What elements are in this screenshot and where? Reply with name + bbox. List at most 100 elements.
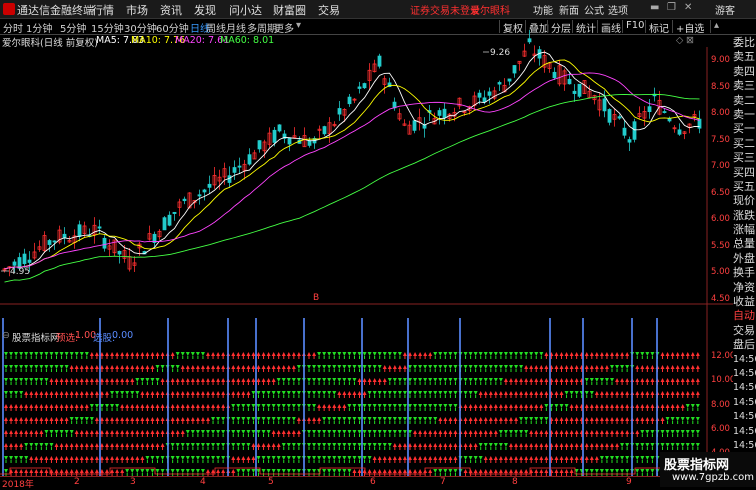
signal-mark: [640, 365, 645, 369]
signal-mark: [574, 456, 579, 460]
signal-mark: [327, 391, 332, 395]
signal-mark: [372, 417, 377, 421]
sidebar-item: 总量: [733, 237, 755, 251]
signal-mark: [367, 430, 372, 434]
signal-mark: [296, 469, 301, 473]
indicator-name[interactable]: 股票指标网: [12, 330, 60, 344]
sidebar-item[interactable]: 自动: [733, 309, 756, 323]
signal-mark: [372, 352, 377, 356]
signal-mark: [397, 469, 402, 473]
signal-mark: [241, 469, 246, 473]
signal-mark: [241, 391, 246, 395]
signal-mark: [211, 456, 216, 460]
signal-mark: [160, 352, 165, 356]
signal-mark: [24, 391, 29, 395]
signal-mark: [54, 417, 59, 421]
signal-mark: [438, 469, 443, 473]
candle-body: [572, 90, 577, 94]
chart-canvas[interactable]: 9.26 4.95 B: [0, 0, 733, 476]
signal-mark: [604, 365, 609, 369]
signal-mark: [307, 443, 311, 447]
signal-mark: [347, 417, 352, 421]
signal-mark: [236, 417, 241, 421]
signal-mark: [276, 417, 281, 421]
signal-mark: [448, 469, 453, 473]
signal-mark: [418, 365, 423, 369]
signal-mark: [372, 378, 377, 382]
signal-mark: [443, 469, 448, 473]
signal-mark: [650, 469, 655, 473]
signal-mark: [514, 430, 519, 434]
signal-mark: [347, 404, 352, 408]
signal-mark: [640, 378, 645, 382]
signal-mark: [4, 417, 8, 421]
signal-mark: [574, 404, 579, 408]
signal-mark: [221, 417, 226, 421]
signal-mark: [498, 430, 503, 434]
signal-mark: [352, 430, 357, 434]
signal-mark: [620, 391, 625, 395]
signal-mark: [478, 404, 483, 408]
signal-mark: [564, 456, 569, 460]
signal-mark: [524, 456, 529, 460]
signal-mark: [175, 404, 180, 408]
signal-mark: [519, 430, 524, 434]
signal-mark: [413, 391, 418, 395]
candle-body: [567, 78, 572, 85]
candle-body: [647, 106, 652, 113]
signal-mark: [377, 391, 382, 395]
signal-mark: [195, 404, 200, 408]
signal-mark: [503, 378, 508, 382]
signal-mark: [564, 417, 569, 421]
signal-mark: [286, 443, 291, 447]
signal-mark: [59, 469, 64, 473]
signal-mark: [276, 378, 281, 382]
signal-mark: [620, 365, 625, 369]
signal-mark: [584, 378, 589, 382]
signal-mark: [539, 443, 544, 447]
signal-mark: [625, 443, 630, 447]
signal-mark: [615, 365, 620, 369]
signal-mark: [640, 391, 645, 395]
signal-mark: [610, 378, 614, 382]
signal-mark: [610, 443, 614, 447]
signal-mark: [216, 365, 221, 369]
signal-mark: [190, 443, 195, 447]
signal-mark: [539, 365, 544, 369]
sidebar-item[interactable]: 交易: [733, 324, 756, 338]
signal-mark: [594, 404, 599, 408]
signal-mark: [574, 430, 579, 434]
signal-mark: [84, 378, 89, 382]
signal-mark: [44, 365, 49, 369]
signal-mark: [84, 443, 89, 447]
signal-mark: [599, 391, 604, 395]
signal-mark: [615, 469, 620, 473]
signal-mark: [110, 443, 115, 447]
signal-mark: [534, 430, 539, 434]
signal-mark: [59, 352, 64, 356]
signal-mark: [463, 378, 468, 382]
signal-mark: [89, 404, 94, 408]
signal-mark: [428, 417, 433, 421]
signal-mark: [665, 352, 670, 356]
signal-mark: [246, 391, 251, 395]
signal-mark: [635, 391, 640, 395]
candle-body: [552, 71, 557, 79]
signal-mark: [337, 404, 342, 408]
signal-mark: [160, 391, 165, 395]
signal-mark: [337, 378, 342, 382]
signal-mark: [59, 443, 64, 447]
signal-mark: [610, 352, 614, 356]
indicator-collapse-icon[interactable]: ⊖: [2, 330, 10, 341]
signal-mark: [317, 352, 322, 356]
signal-mark: [498, 391, 503, 395]
signal-mark: [650, 391, 655, 395]
signal-mark: [216, 352, 221, 356]
signal-mark: [594, 352, 599, 356]
signal-mark: [428, 443, 433, 447]
indicator-tick: 6.00: [711, 423, 730, 434]
signal-mark: [670, 352, 675, 356]
signal-mark: [670, 365, 675, 369]
signal-mark: [362, 456, 367, 460]
signal-mark: [29, 456, 34, 460]
